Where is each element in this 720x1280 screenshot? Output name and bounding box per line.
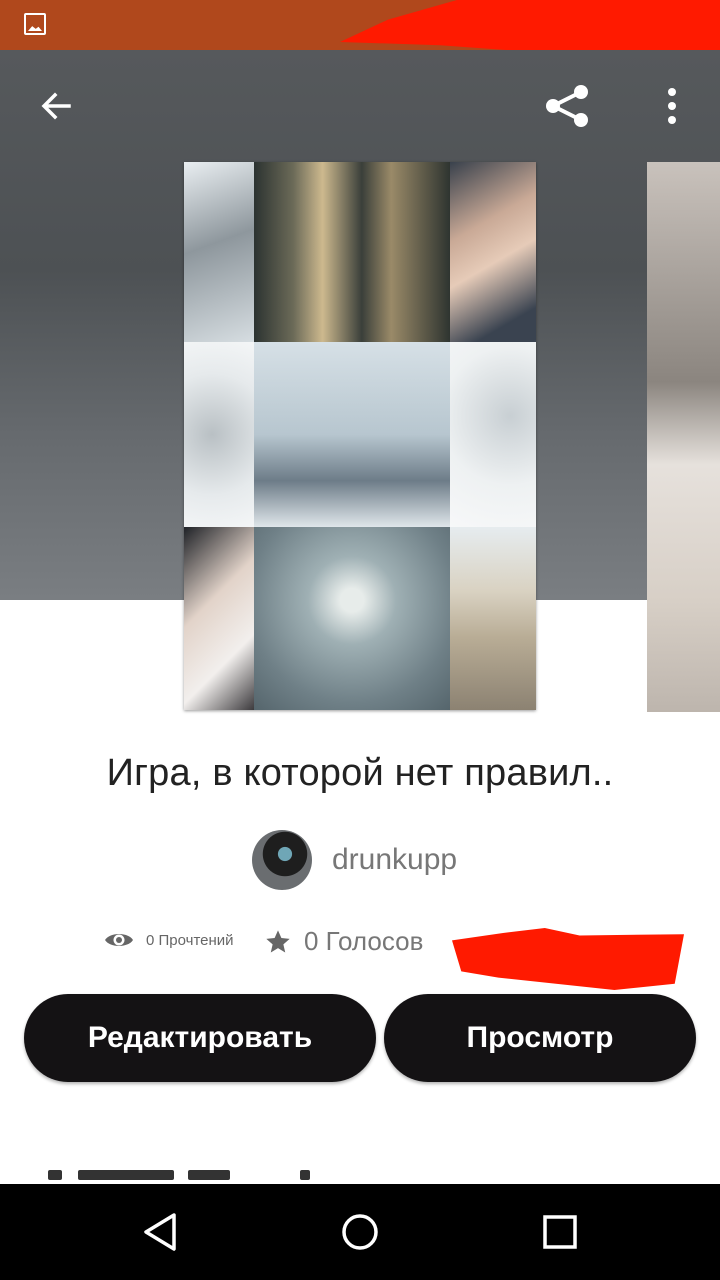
reads-count: 0 Прочтений	[146, 931, 234, 949]
share-button[interactable]	[543, 82, 591, 130]
avatar[interactable]	[252, 830, 312, 890]
back-arrow-icon	[41, 92, 71, 120]
story-cover-image[interactable]	[184, 162, 536, 710]
redaction-mark	[340, 0, 720, 50]
votes-count: 0 Голосов	[304, 926, 424, 956]
redaction-mark	[452, 928, 684, 990]
home-circle-icon[interactable]	[336, 1208, 384, 1256]
status-bar	[0, 0, 720, 50]
cover-tile	[184, 162, 254, 342]
author-row[interactable]: drunkupp	[252, 830, 457, 890]
view-button[interactable]: Просмотр	[384, 994, 696, 1082]
votes-stat: 0 Голосов	[264, 926, 423, 957]
more-vert-icon	[668, 88, 676, 124]
next-cover-image[interactable]	[647, 162, 720, 712]
author-name[interactable]: drunkupp	[332, 843, 457, 877]
more-options-button[interactable]	[648, 82, 696, 130]
back-triangle-icon[interactable]	[138, 1208, 186, 1256]
recents-square-icon[interactable]	[536, 1208, 584, 1256]
description-preview	[48, 1170, 348, 1184]
reads-stat: 0 Прочтений	[104, 930, 234, 950]
share-icon	[546, 85, 588, 127]
system-nav-bar	[0, 1184, 720, 1280]
cover-tile	[450, 162, 536, 342]
cover-tile	[184, 527, 254, 710]
cover-tile	[184, 342, 254, 527]
cover-tile	[450, 342, 536, 527]
story-title: Игра, в которой нет правил..	[106, 752, 614, 794]
cover-tile	[450, 527, 536, 710]
star-icon	[266, 929, 290, 952]
edit-button[interactable]: Редактировать	[24, 994, 376, 1082]
back-button[interactable]	[32, 82, 80, 130]
image-icon	[24, 13, 46, 35]
cover-tile	[254, 342, 450, 527]
cover-tile	[254, 527, 450, 710]
eye-icon	[105, 934, 133, 946]
cover-tile	[254, 162, 450, 342]
